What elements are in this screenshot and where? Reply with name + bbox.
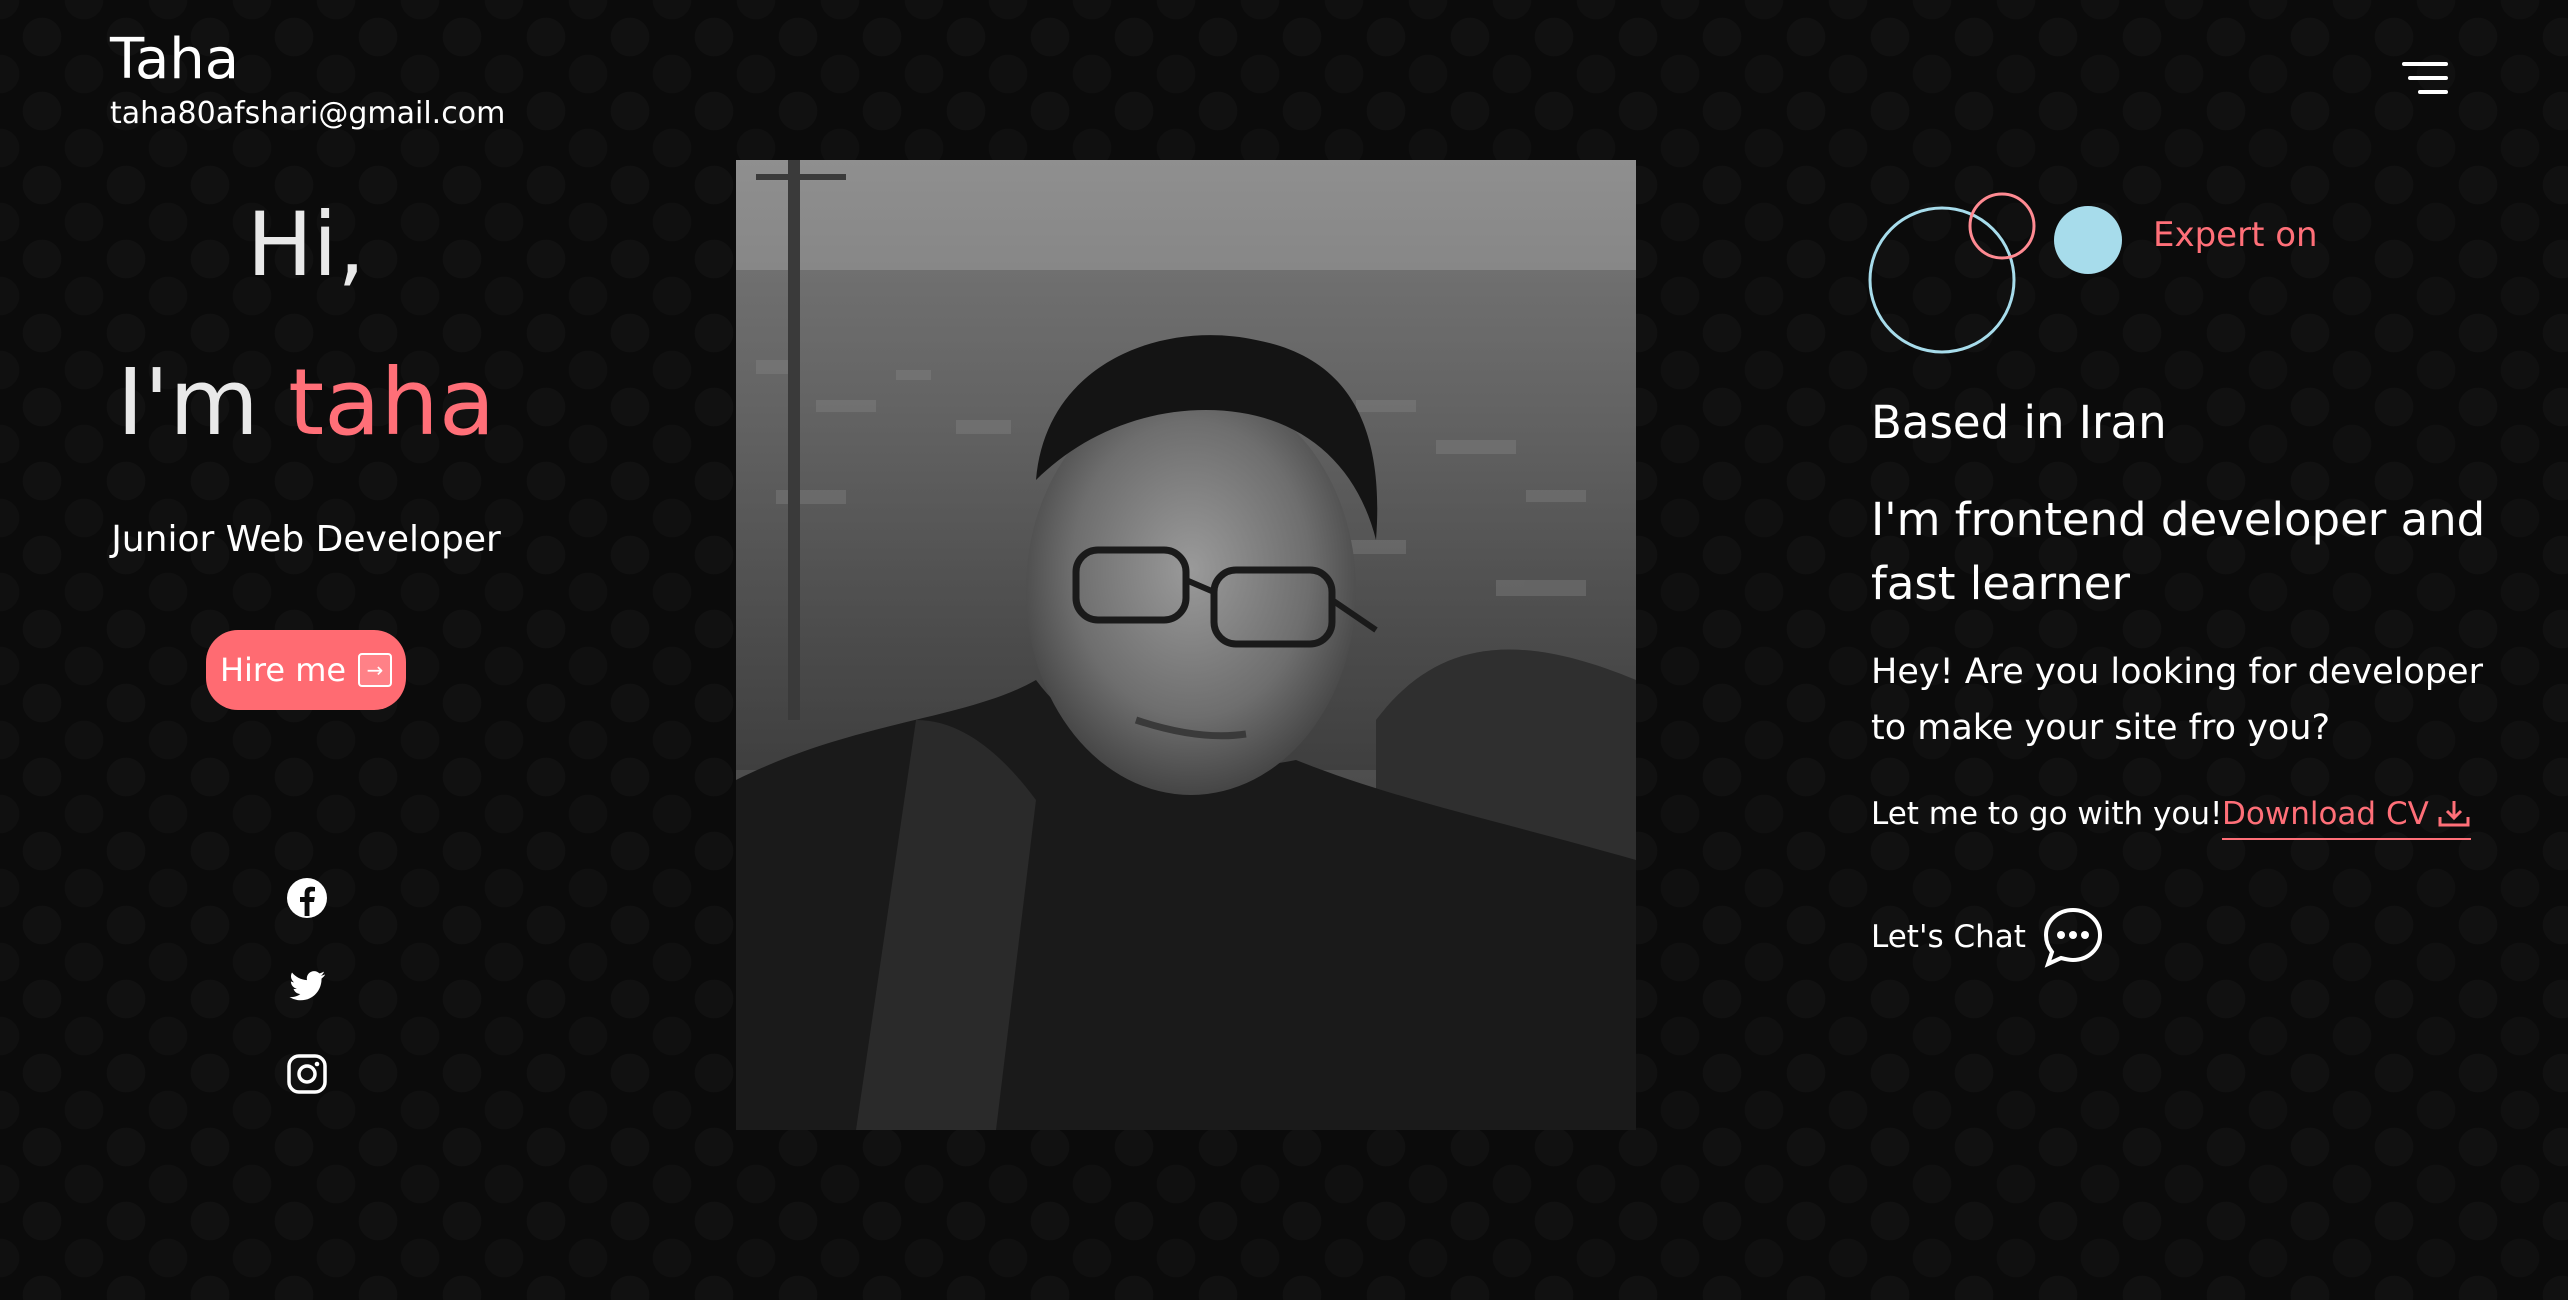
hamburger-menu-icon[interactable] [2398,62,2448,96]
hire-me-label: Hire me [219,651,347,689]
arrow-right-box-icon: → [358,653,393,687]
intro-prefix: I'm [116,349,289,456]
intro-name: taha [288,349,496,456]
menu-line-bottom [2418,90,2448,94]
instagram-icon[interactable] [285,1052,329,1096]
page: Taha taha80afshari@gmail.com Hi, I'm tah… [0,0,2568,1300]
lets-chat-button[interactable]: Let's Chat [1871,906,2104,968]
greeting: Hi, [246,193,366,296]
twitter-icon[interactable] [285,964,329,1008]
about-headline: I'm frontend developer and fast learner [1871,493,2486,610]
brand-name[interactable]: Taha [110,26,505,94]
chat-bubble-icon [2043,907,2102,968]
lets-chat-label: Let's Chat [1871,919,2026,955]
menu-line-middle [2408,76,2448,80]
intro-heading: I'm taha [0,345,612,461]
hire-me-button[interactable]: Hire me → [206,630,406,710]
profile-photo-illustration [736,160,1636,1130]
menu-line-top [2402,62,2448,66]
about-description: Hey! Are you looking for developer to ma… [1871,652,2483,748]
role-title: Junior Web Developer [111,519,501,560]
download-cv-link[interactable]: Download CV [2222,790,2471,840]
go-with-you-text: Let me to go with you! [1871,796,2223,832]
decorative-circles [1868,188,2138,358]
expert-on-label: Expert on [2153,215,2318,255]
facebook-icon[interactable] [285,876,329,920]
brand: Taha taha80afshari@gmail.com [110,26,505,134]
download-cv-label: Download CV [2222,796,2429,832]
brand-email[interactable]: taha80afshari@gmail.com [110,94,505,134]
profile-photo [736,160,1636,1130]
location-text: Based in Iran [1871,396,2167,449]
download-icon [2438,801,2470,827]
